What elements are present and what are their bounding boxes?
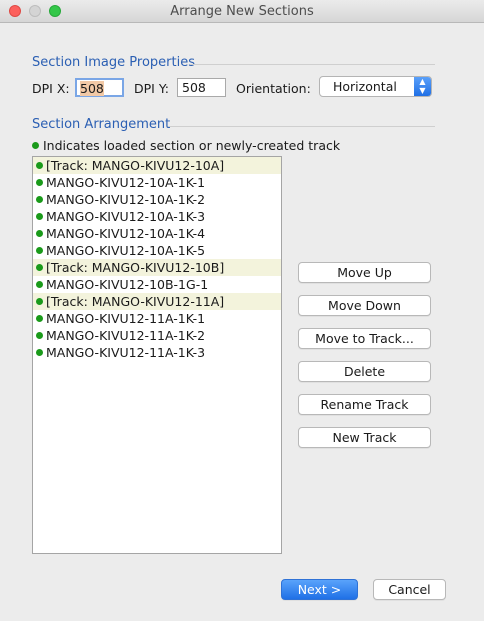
- loaded-indicator-icon: [36, 349, 43, 356]
- arrangement-divider: [168, 126, 435, 127]
- move-to-track-button[interactable]: Move to Track...: [298, 328, 431, 349]
- loaded-indicator-icon: [36, 332, 43, 339]
- dpi-x-field[interactable]: 508: [75, 78, 124, 97]
- loaded-indicator-icon: [32, 142, 39, 149]
- loaded-indicator-icon: [36, 281, 43, 288]
- track-row[interactable]: [Track: MANGO-KIVU12-10B]: [33, 259, 281, 276]
- loaded-indicator-icon: [36, 247, 43, 254]
- window-title: Arrange New Sections: [170, 4, 314, 19]
- row-label: MANGO-KIVU12-10A-1K-3: [46, 209, 206, 224]
- section-list[interactable]: [Track: MANGO-KIVU12-10A] MANGO-KIVU12-10…: [32, 156, 282, 554]
- section-row[interactable]: MANGO-KIVU12-11A-1K-2: [33, 327, 281, 344]
- row-label: MANGO-KIVU12-11A-1K-3: [46, 345, 206, 360]
- loaded-indicator-icon: [36, 179, 43, 186]
- dpi-y-field[interactable]: 508: [177, 78, 226, 97]
- loaded-indicator-icon: [36, 315, 43, 322]
- row-label: MANGO-KIVU12-10A-1K-1: [46, 175, 206, 190]
- row-label: MANGO-KIVU12-11A-1K-2: [46, 328, 206, 343]
- track-row[interactable]: [Track: MANGO-KIVU12-10A]: [33, 157, 281, 174]
- cancel-button[interactable]: Cancel: [373, 579, 446, 600]
- section-row[interactable]: MANGO-KIVU12-11A-1K-1: [33, 310, 281, 327]
- loaded-indicator-icon: [36, 162, 43, 169]
- chevron-up-down-icon: ▲ ▼: [414, 77, 431, 96]
- section-row[interactable]: MANGO-KIVU12-11A-1K-3: [33, 344, 281, 361]
- loaded-indicator-icon: [36, 213, 43, 220]
- loaded-indicator-icon: [36, 298, 43, 305]
- row-label: [Track: MANGO-KIVU12-11A]: [46, 294, 225, 309]
- row-label: MANGO-KIVU12-10B-1G-1: [46, 277, 209, 292]
- move-down-button[interactable]: Move Down: [298, 295, 431, 316]
- orientation-label: Orientation:: [236, 81, 311, 96]
- arrangement-header: Section Arrangement: [32, 117, 171, 132]
- rename-track-button[interactable]: Rename Track: [298, 394, 431, 415]
- orientation-value: Horizontal: [333, 79, 397, 94]
- row-label: MANGO-KIVU12-10A-1K-4: [46, 226, 206, 241]
- loaded-indicator-icon: [36, 264, 43, 271]
- orientation-select[interactable]: Horizontal ▲ ▼: [319, 76, 432, 97]
- track-row[interactable]: [Track: MANGO-KIVU12-11A]: [33, 293, 281, 310]
- section-row[interactable]: MANGO-KIVU12-10A-1K-1: [33, 174, 281, 191]
- row-label: MANGO-KIVU12-10A-1K-5: [46, 243, 206, 258]
- section-row[interactable]: MANGO-KIVU12-10B-1G-1: [33, 276, 281, 293]
- legend-text: Indicates loaded section or newly-create…: [43, 138, 341, 153]
- section-row[interactable]: MANGO-KIVU12-10A-1K-4: [33, 225, 281, 242]
- row-label: MANGO-KIVU12-11A-1K-1: [46, 311, 206, 326]
- section-row[interactable]: MANGO-KIVU12-10A-1K-5: [33, 242, 281, 259]
- row-label: MANGO-KIVU12-10A-1K-2: [46, 192, 206, 207]
- dpi-y-label: DPI Y:: [134, 81, 170, 96]
- image-properties-header: Section Image Properties: [32, 55, 195, 70]
- dpi-x-label: DPI X:: [32, 81, 70, 96]
- new-track-button[interactable]: New Track: [298, 427, 431, 448]
- next-button[interactable]: Next >: [281, 579, 358, 600]
- delete-button[interactable]: Delete: [298, 361, 431, 382]
- loaded-indicator-icon: [36, 230, 43, 237]
- loaded-indicator-icon: [36, 196, 43, 203]
- row-label: [Track: MANGO-KIVU12-10A]: [46, 158, 225, 173]
- move-up-button[interactable]: Move Up: [298, 262, 431, 283]
- image-properties-divider: [190, 64, 435, 65]
- section-row[interactable]: MANGO-KIVU12-10A-1K-2: [33, 191, 281, 208]
- legend: Indicates loaded section or newly-create…: [32, 138, 340, 153]
- title-bar: Arrange New Sections: [0, 0, 484, 23]
- section-row[interactable]: MANGO-KIVU12-10A-1K-3: [33, 208, 281, 225]
- row-label: [Track: MANGO-KIVU12-10B]: [46, 260, 225, 275]
